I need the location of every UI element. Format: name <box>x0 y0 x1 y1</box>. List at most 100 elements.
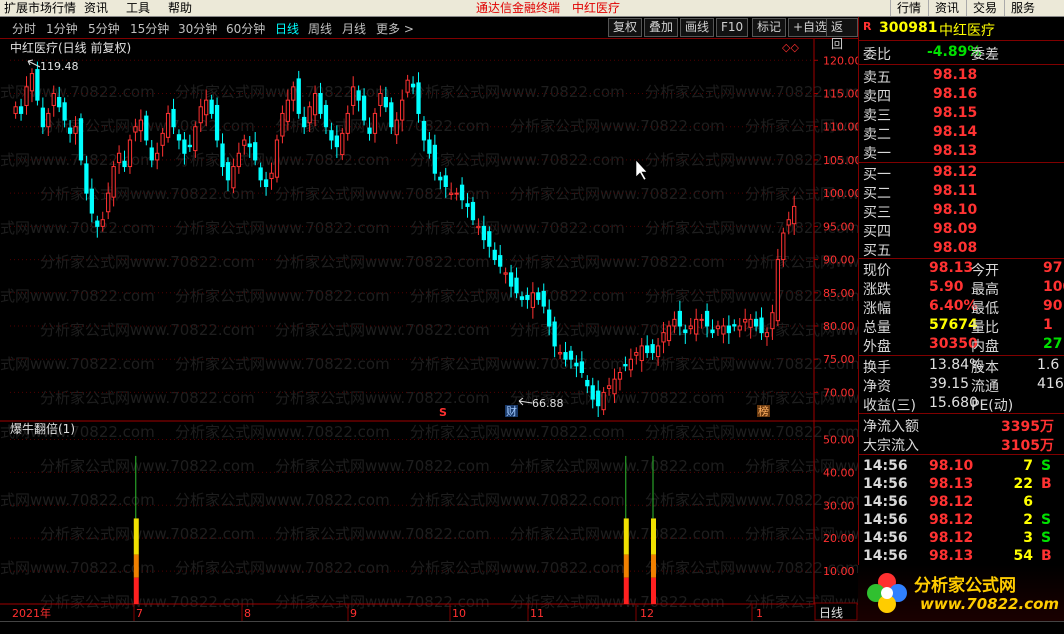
bid-price[interactable]: 98.11 <box>933 183 977 199</box>
candle-body <box>612 378 617 395</box>
bid-price[interactable]: 98.08 <box>933 240 977 256</box>
period-tab-5min[interactable]: 5分钟 <box>88 20 120 37</box>
nav-news[interactable]: 资讯 <box>928 0 965 16</box>
candle-body <box>383 96 388 108</box>
candle-body <box>345 112 350 134</box>
stat-value: 98.13 <box>929 260 974 276</box>
indicator-tick-label: 40.00 <box>823 466 855 479</box>
period-tab-30min[interactable]: 30分钟 <box>178 20 217 37</box>
stat-value-2: 27 <box>1043 336 1063 352</box>
candle-body <box>792 205 797 225</box>
date-label-1: 1 <box>756 607 763 620</box>
menu-info[interactable]: 资讯 <box>80 0 112 16</box>
ask-price[interactable]: 98.13 <box>933 143 977 159</box>
candle-body <box>438 176 443 181</box>
watermark-text: 分析家公式网www.70822.com <box>40 321 255 339</box>
bid-price[interactable]: 98.10 <box>933 202 977 218</box>
draw-button[interactable]: 画线 <box>680 18 715 37</box>
candle-body <box>726 325 731 334</box>
bid-price[interactable]: 98.12 <box>933 164 977 180</box>
date-label-7: 7 <box>136 607 143 620</box>
ask-price[interactable]: 98.15 <box>933 105 977 121</box>
ask-label: 卖四 <box>863 89 891 105</box>
menu-help[interactable]: 帮助 <box>164 0 196 16</box>
candle-body <box>187 144 192 148</box>
stat-label-2: 今开 <box>971 263 999 279</box>
bid-label: 买一 <box>863 167 891 183</box>
brand-logo: 分析家公式网 www.70822.com <box>858 565 1064 621</box>
tick-time: 14:56 <box>863 530 908 546</box>
period-tab-monthly[interactable]: 月线 <box>342 20 366 37</box>
status-bar <box>0 621 1064 634</box>
period-tab-1min[interactable]: 1分钟 <box>46 20 78 37</box>
stat2-value-2: 416 <box>1037 376 1064 392</box>
candle-body <box>547 309 552 327</box>
candle-body <box>743 318 748 323</box>
marker-s[interactable]: S <box>439 406 447 419</box>
candle-body <box>786 219 791 226</box>
menu-tools[interactable]: 工具 <box>122 0 154 16</box>
candle-body <box>318 93 323 114</box>
stat2-label: 换手 <box>863 360 891 376</box>
candle-body <box>111 166 116 198</box>
period-tab-weekly[interactable]: 周线 <box>308 20 332 37</box>
nav-service[interactable]: 服务 <box>1004 0 1041 16</box>
candle-body <box>704 310 710 327</box>
marker-cai[interactable]: 财 <box>506 404 517 418</box>
period-more[interactable]: 更多 > <box>376 20 414 37</box>
mark-button[interactable]: 标记 <box>752 18 787 37</box>
marker-bang[interactable]: 榜 <box>758 404 769 418</box>
watermark-text: 分析家公式网www.70822.com <box>175 559 390 577</box>
candle-body <box>176 134 182 141</box>
tick-time: 14:56 <box>863 512 908 528</box>
period-label[interactable]: 日线 <box>819 606 843 620</box>
stat-label-2: 最低 <box>971 301 999 317</box>
quote-header: R 300981 中红医疗 <box>863 20 1061 39</box>
candle-body <box>427 139 432 154</box>
ask-price[interactable]: 98.14 <box>933 124 977 140</box>
candle-body <box>753 318 759 327</box>
overlay-button[interactable]: 叠加 <box>644 18 679 37</box>
period-tab-daily[interactable]: 日线 <box>275 20 299 37</box>
candle-body <box>40 107 45 128</box>
watermark-text: 分析家公式网www.70822.com <box>410 219 625 237</box>
nav-quotes[interactable]: 行情 <box>890 0 927 16</box>
candle-body <box>639 345 644 362</box>
indicator-yellow-bar <box>651 518 656 555</box>
indicator-red-bar <box>623 577 629 604</box>
brand-url[interactable]: www.70822.com <box>920 595 1059 613</box>
ask-price[interactable]: 98.18 <box>933 67 977 83</box>
stock-name: 中红医疗 <box>939 23 995 39</box>
candle-body <box>481 225 486 241</box>
candle-body <box>204 99 209 116</box>
candle-body <box>13 106 18 114</box>
period-tab-timeshare[interactable]: 分时 <box>12 20 36 37</box>
stat2-label-2: 流通 <box>971 379 999 395</box>
candle-body <box>155 152 160 161</box>
period-tab-60min[interactable]: 60分钟 <box>226 20 265 37</box>
stat2-label-2: 股本 <box>971 360 999 376</box>
menu-market[interactable]: 扩展市场行情 <box>0 0 80 16</box>
nav-trade[interactable]: 交易 <box>966 0 1003 16</box>
tick-time: 14:56 <box>863 458 908 474</box>
diamond-icon[interactable]: ◇◇ <box>782 41 799 54</box>
f10-button[interactable]: F10 <box>716 18 749 37</box>
candle-body <box>405 79 410 93</box>
candle-body <box>688 325 693 330</box>
candle-body <box>432 144 437 174</box>
period-tab-15min[interactable]: 15分钟 <box>130 20 169 37</box>
candle-body <box>666 325 672 342</box>
date-label-10: 10 <box>452 607 466 620</box>
ask-price[interactable]: 98.16 <box>933 86 977 102</box>
kline-chart[interactable]: 分析家公式网www.70822.com 分析家公式网www.70822.com 分析… <box>0 39 858 621</box>
date-label-2021: 2021年 <box>12 606 51 620</box>
stat2-label: 净资 <box>863 379 891 395</box>
candle-body <box>677 310 682 327</box>
adjust-button[interactable]: 复权 <box>608 18 643 37</box>
candle-body <box>574 362 579 367</box>
back-button[interactable]: 返回 <box>826 18 858 51</box>
watermark-text: 分析家公式网www.70822.com <box>0 287 155 305</box>
watermark-text: 分析家公式网www.70822.com <box>40 253 255 271</box>
price-tick-label: 70.00 <box>823 386 855 399</box>
bid-price[interactable]: 98.09 <box>933 221 977 237</box>
